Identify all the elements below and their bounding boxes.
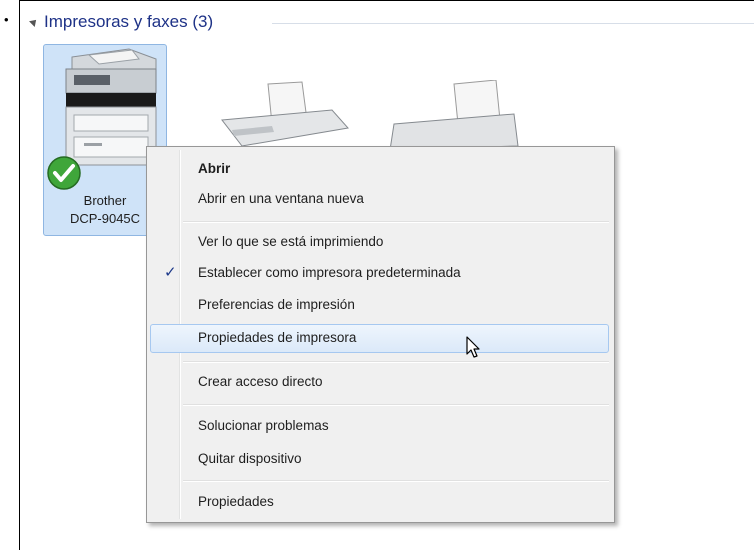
- menu-item-create-shortcut[interactable]: Crear acceso directo: [150, 369, 609, 395]
- menu-item-remove-device[interactable]: Quitar dispositivo: [150, 446, 609, 472]
- menu-item-open-new-window[interactable]: Abrir en una ventana nueva: [150, 186, 609, 212]
- group-divider: [272, 23, 754, 24]
- checkmark-icon: ✓: [164, 264, 177, 281]
- group-title: Impresoras y faxes (3): [44, 12, 214, 31]
- context-menu: Abrir Abrir en una ventana nueva Ver lo …: [146, 146, 615, 523]
- mouse-pointer-icon: [466, 336, 480, 358]
- menu-item-label: Solucionar problemas: [198, 418, 329, 433]
- menu-item-label: Propiedades de impresora: [198, 330, 357, 345]
- list-bullet: •: [4, 12, 9, 27]
- menu-separator: [183, 404, 609, 405]
- device-printer[interactable]: [384, 79, 524, 151]
- printer-icon: [389, 79, 519, 151]
- collapse-arrow-icon[interactable]: [29, 17, 39, 27]
- menu-item-label: Ver lo que se está imprimiendo: [198, 234, 384, 249]
- menu-item-see-printing[interactable]: Ver lo que se está imprimiendo: [150, 229, 609, 255]
- device-fax[interactable]: [212, 80, 352, 150]
- menu-item-open[interactable]: Abrir: [150, 156, 609, 182]
- menu-item-label: Preferencias de impresión: [198, 297, 355, 312]
- menu-item-printing-preferences[interactable]: Preferencias de impresión: [150, 292, 609, 318]
- menu-item-label: Propiedades: [198, 494, 274, 509]
- menu-item-label: Crear acceso directo: [198, 374, 323, 389]
- menu-item-printer-properties[interactable]: Propiedades de impresora: [150, 324, 609, 353]
- default-printer-check-icon: [47, 156, 81, 190]
- menu-item-set-default[interactable]: ✓ Establecer como impresora predetermina…: [150, 260, 609, 286]
- printers-group-header[interactable]: Impresoras y faxes (3): [29, 8, 754, 38]
- menu-item-properties[interactable]: Propiedades: [150, 489, 609, 515]
- fax-icon: [221, 81, 349, 147]
- menu-item-troubleshoot[interactable]: Solucionar problemas: [150, 413, 609, 439]
- menu-item-label: Quitar dispositivo: [198, 451, 302, 466]
- menu-separator: [183, 480, 609, 481]
- menu-item-label: Abrir en una ventana nueva: [198, 191, 364, 206]
- menu-item-label: Establecer como impresora predeterminada: [198, 265, 461, 280]
- menu-separator: [183, 361, 609, 362]
- menu-separator: [183, 221, 609, 222]
- menu-item-label: Abrir: [198, 161, 231, 176]
